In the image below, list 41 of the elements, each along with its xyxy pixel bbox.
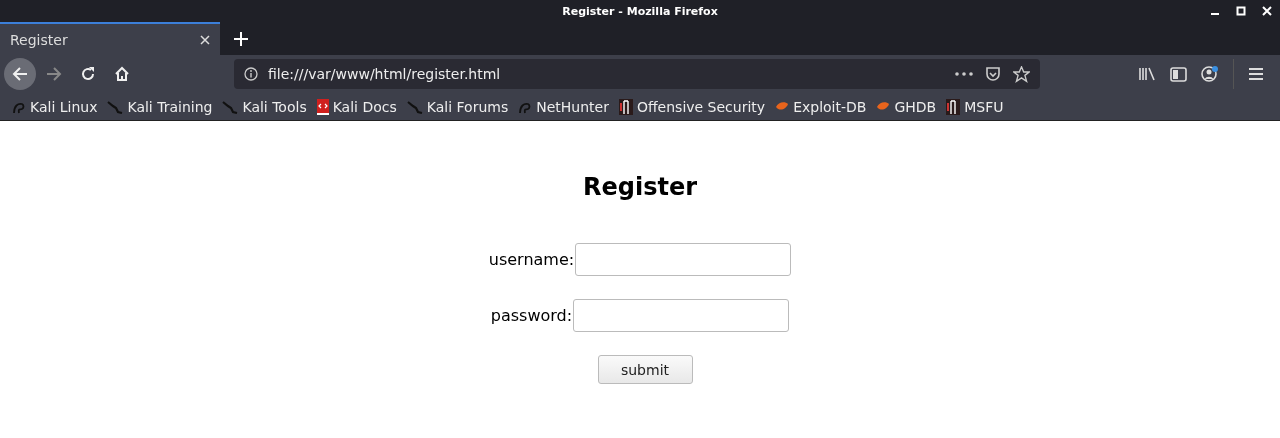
- bookmark-item[interactable]: Kali Forums: [406, 98, 509, 115]
- close-icon[interactable]: [200, 34, 210, 45]
- docs-icon: [316, 98, 329, 115]
- reload-icon: [80, 66, 96, 82]
- input-field[interactable]: [573, 299, 790, 332]
- star-icon[interactable]: [1013, 65, 1030, 83]
- maximize-icon[interactable]: [1236, 6, 1246, 16]
- dragon-icon: [406, 99, 423, 114]
- window-title: Register - Mozilla Firefox: [562, 4, 718, 18]
- library-icon[interactable]: [1138, 66, 1156, 82]
- bookmark-item[interactable]: Kali Linux: [12, 98, 98, 115]
- pocket-icon[interactable]: [985, 66, 1001, 82]
- bookmark-item[interactable]: Kali Training: [107, 98, 213, 115]
- new-tab-icon[interactable]: [234, 31, 248, 46]
- bookmark-item[interactable]: Offensive Security: [618, 98, 766, 115]
- menu-icon[interactable]: [1248, 67, 1264, 81]
- page-heading: Register: [582, 173, 697, 201]
- tower-icon: [946, 98, 961, 115]
- back-button[interactable]: [4, 58, 36, 90]
- left-arrow-icon: [11, 65, 29, 83]
- bookmark-item[interactable]: GHDB: [876, 98, 937, 115]
- browser-tab[interactable]: Register: [0, 22, 220, 55]
- field-label: password:: [490, 306, 573, 325]
- bookmark-item[interactable]: NetHunter: [518, 98, 609, 115]
- right-arrow-icon: [45, 65, 63, 83]
- dragon-icon: [222, 99, 239, 114]
- info-icon[interactable]: [244, 67, 258, 81]
- bookmark-item[interactable]: Exploit-DB: [775, 98, 867, 115]
- bookmark-item[interactable]: Kali Tools: [222, 98, 307, 115]
- home-icon: [114, 66, 130, 82]
- bookmark-item[interactable]: MSFU: [946, 98, 1004, 115]
- input-field[interactable]: [575, 243, 792, 276]
- address-bar[interactable]: file:///var/www/html/register.html: [234, 59, 1040, 89]
- field-label: username:: [488, 250, 575, 269]
- tower-icon: [618, 98, 633, 115]
- submit-button[interactable]: submit: [597, 355, 693, 384]
- account-icon[interactable]: [1201, 65, 1219, 83]
- sidebar-icon[interactable]: [1170, 66, 1187, 82]
- bookmark-item[interactable]: Kali Docs: [316, 98, 397, 115]
- dragon-icon: [107, 99, 124, 114]
- more-icon[interactable]: [955, 72, 973, 76]
